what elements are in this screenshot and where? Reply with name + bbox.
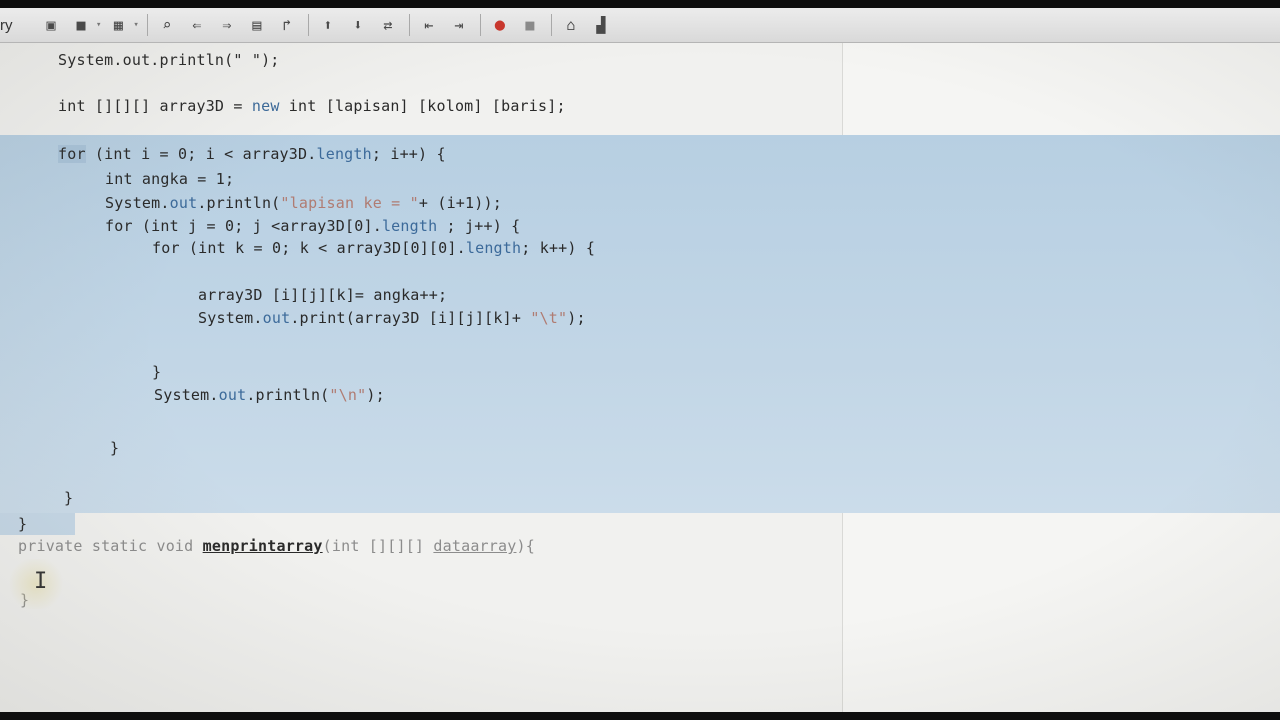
code-line[interactable]: for (int k = 0; k < array3D[0][0].length… bbox=[152, 239, 595, 257]
code-line[interactable]: for (int j = 0; j <array3D[0].length ; j… bbox=[105, 217, 520, 235]
toolbar-separator bbox=[550, 14, 552, 36]
start-macro-icon[interactable]: ⌂ bbox=[560, 14, 582, 36]
last-edit-icon[interactable]: ▟ bbox=[590, 14, 612, 36]
code-line[interactable]: array3D [i][j][k]= angka++; bbox=[198, 286, 447, 304]
toolbar-separator bbox=[146, 14, 148, 36]
find-icon[interactable]: ⌕ bbox=[156, 14, 178, 36]
code-editor[interactable]: System.out.println(" "); int [][][] arra… bbox=[0, 43, 1280, 712]
code-line[interactable]: System.out.println("lapisan ke = "+ (i+1… bbox=[105, 194, 502, 212]
code-line[interactable]: System.out.println(" "); bbox=[58, 51, 280, 69]
find-next-icon[interactable]: ⇒ bbox=[216, 14, 238, 36]
code-line[interactable]: int angka = 1; bbox=[105, 170, 234, 188]
chevron-down-icon[interactable]: ▾ bbox=[133, 20, 138, 30]
stop-macro-icon[interactable]: ■ bbox=[519, 14, 541, 36]
save-icon[interactable]: ■ bbox=[70, 14, 92, 36]
code-line[interactable]: System.out.println("\n"); bbox=[154, 386, 385, 404]
save-all-icon[interactable]: ▣ bbox=[40, 14, 62, 36]
toolbar-separator bbox=[307, 14, 309, 36]
toolbar-separator bbox=[479, 14, 481, 36]
shift-left-icon[interactable]: ⇤ bbox=[418, 14, 440, 36]
code-line[interactable]: } bbox=[64, 489, 73, 507]
chevron-down-icon[interactable]: ▾ bbox=[96, 20, 101, 30]
bookmark-icon[interactable]: ↱ bbox=[276, 14, 298, 36]
code-line[interactable]: } bbox=[152, 363, 161, 381]
find-previous-icon[interactable]: ⇐ bbox=[186, 14, 208, 36]
toggle-highlight-icon[interactable]: ▤ bbox=[246, 14, 268, 36]
code-line[interactable]: for (int i = 0; i < array3D.length; i++)… bbox=[58, 145, 446, 163]
code-line[interactable]: int [][][] array3D = new int [lapisan] [… bbox=[58, 97, 566, 115]
code-line[interactable]: } bbox=[110, 439, 119, 457]
code-line[interactable]: System.out.print(array3D [i][j][k]+ "\t"… bbox=[198, 309, 586, 327]
previous-bookmark-icon[interactable]: ⬆ bbox=[317, 14, 339, 36]
build-icon[interactable]: ▦ bbox=[107, 14, 129, 36]
record-macro-icon[interactable]: ● bbox=[489, 14, 511, 36]
code-line[interactable]: private static void menprintarray(int []… bbox=[18, 537, 535, 555]
shift-line-icon[interactable]: ⇄ bbox=[377, 14, 399, 36]
editor-toolbar: ry ▣ ■ ▾ ▦ ▾ ⌕ ⇐ ⇒ ▤ ↱ ⬆ ⬇ ⇄ ⇤ ⇥ ● ■ ⌂ ▟ bbox=[0, 8, 1280, 43]
next-bookmark-icon[interactable]: ⬇ bbox=[347, 14, 369, 36]
text-cursor-icon: I bbox=[34, 569, 48, 594]
toolbar-menu-label[interactable]: ry bbox=[0, 17, 22, 34]
code-line[interactable]: } bbox=[18, 515, 27, 533]
shift-right-icon[interactable]: ⇥ bbox=[448, 14, 470, 36]
text-selection bbox=[0, 135, 1280, 513]
toolbar-separator bbox=[408, 14, 410, 36]
text-selection-tail bbox=[0, 513, 75, 535]
